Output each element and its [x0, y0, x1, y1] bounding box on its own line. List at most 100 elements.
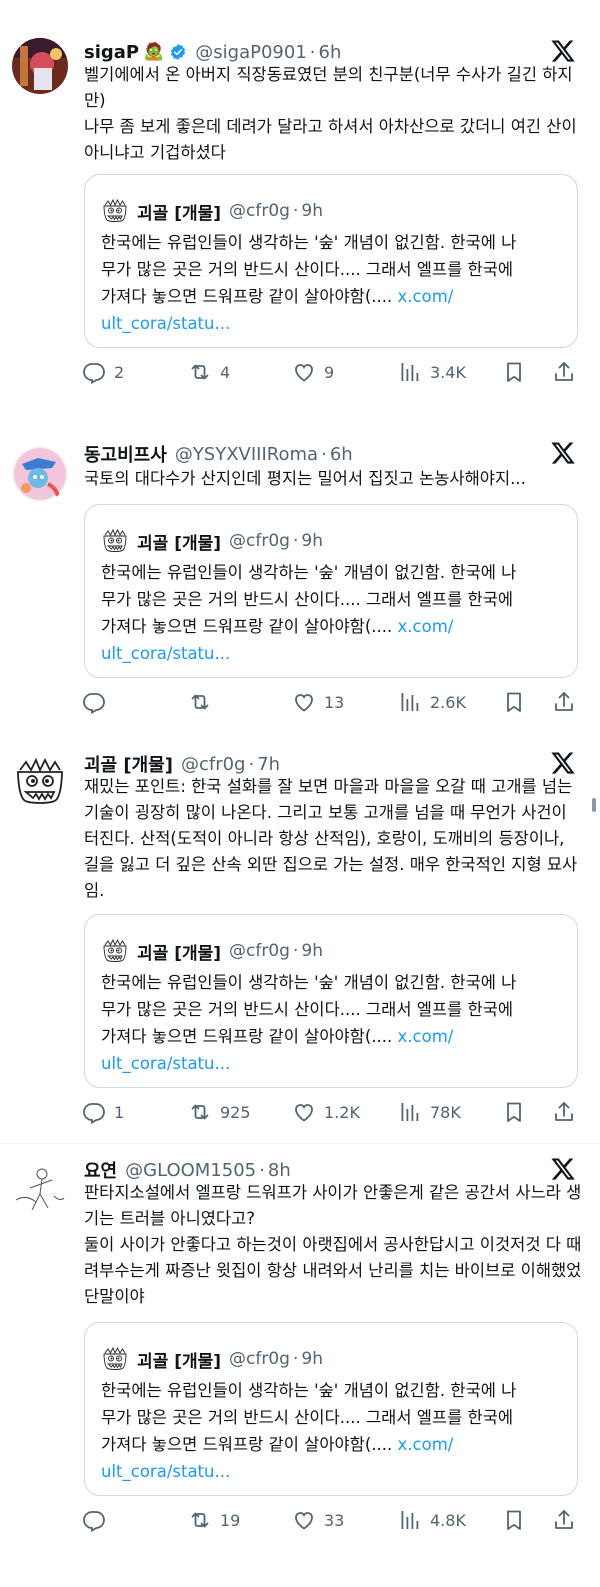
quoted-text-segment: 가져다 놓으면 드워프랑 같이 살아야함(....	[101, 1435, 398, 1454]
share-button[interactable]	[552, 1506, 576, 1534]
like-count: 33	[324, 1510, 345, 1530]
avatar[interactable]	[12, 754, 68, 810]
bookmark-button[interactable]	[502, 688, 526, 716]
timestamp[interactable]: 8h	[268, 1160, 291, 1181]
quoted-avatar[interactable]	[101, 197, 129, 225]
quoted-link[interactable]: ult_cora/statu...	[101, 1458, 561, 1485]
separator-dot: ·	[248, 753, 255, 775]
reply-icon	[82, 1100, 106, 1124]
quoted-text-segment: 가져다 놓으면 드워프랑 같이 살아야함(....	[101, 1027, 398, 1046]
bookmark-button[interactable]	[502, 1098, 526, 1126]
quoted-tweet[interactable]: 괴골 [개물] @cfr0g · 9h 한국에는 유럽인들이 생각하는 '숲' …	[84, 914, 578, 1088]
reply-button[interactable]: 2	[82, 358, 124, 386]
quoted-link[interactable]: ult_cora/statu...	[101, 640, 561, 667]
quoted-avatar[interactable]	[101, 527, 129, 555]
reply-button[interactable]: 1	[82, 1098, 124, 1126]
avatar[interactable]	[12, 446, 68, 502]
retweet-count: 4	[220, 362, 231, 382]
timestamp[interactable]: 6h	[330, 444, 353, 465]
action-bar: 19 33 4.8K	[82, 1506, 582, 1534]
share-icon	[552, 360, 576, 384]
display-name[interactable]: sigaP	[84, 42, 139, 63]
display-name[interactable]: 동고비프사	[84, 441, 167, 467]
retweet-button[interactable]: 925	[188, 1098, 251, 1126]
quoted-link[interactable]: ult_cora/statu...	[101, 1050, 561, 1077]
action-bar: 2 4 9 3.4K	[82, 358, 582, 386]
quoted-text-line: 가져다 놓으면 드워프랑 같이 살아야함(.... x.com/	[101, 613, 561, 640]
quoted-handle: @cfr0g	[229, 531, 290, 551]
separator-dot: ·	[292, 201, 299, 221]
quoted-handle: @cfr0g	[229, 201, 290, 221]
views-icon	[398, 690, 422, 714]
quoted-text-line: 무가 많은 곳은 거의 반드시 산이다.... 그래서 엘프를 한국에	[101, 1000, 514, 1019]
share-button[interactable]	[552, 688, 576, 716]
timestamp[interactable]: 6h	[319, 42, 342, 63]
reply-button[interactable]	[82, 688, 114, 716]
like-button[interactable]: 9	[292, 358, 334, 386]
views-button[interactable]: 78K	[398, 1098, 461, 1126]
quoted-text-line: 가져다 놓으면 드워프랑 같이 살아야함(.... x.com/	[101, 1023, 561, 1050]
like-button[interactable]: 1.2K	[292, 1098, 360, 1126]
retweet-count: 19	[220, 1510, 241, 1530]
tweet-text: 재밌는 포인트: 한국 설화를 잘 보면 마을과 마을을 오갈 때 고개를 넘는…	[84, 777, 578, 900]
quoted-tweet[interactable]: 괴골 [개물] @cfr0g · 9h 한국에는 유럽인들이 생각하는 '숲' …	[84, 504, 578, 678]
tweet-text: 벨기에에서 온 아버지 직장동료였던 분의 친구분(너무 수사가 길긴 하지만)…	[84, 65, 577, 162]
quoted-tweet[interactable]: 괴골 [개물] @cfr0g · 9h 한국에는 유럽인들이 생각하는 '숲' …	[84, 174, 578, 348]
separator-dot: ·	[259, 1159, 265, 1181]
quoted-text-line: 한국에는 유럽인들이 생각하는 '숲' 개념이 없긴함. 한국에 나	[101, 1381, 517, 1400]
quoted-timestamp: 9h	[301, 531, 323, 551]
views-button[interactable]: 3.4K	[398, 358, 466, 386]
views-button[interactable]: 4.8K	[398, 1506, 466, 1534]
views-icon	[398, 1508, 422, 1532]
like-icon	[292, 1508, 316, 1532]
quoted-link[interactable]: x.com/	[398, 1027, 454, 1046]
x-logo-icon	[550, 750, 576, 776]
reply-count: 1	[114, 1102, 125, 1122]
quoted-text: 한국에는 유럽인들이 생각하는 '숲' 개념이 없긴함. 한국에 나 무가 많은…	[101, 1377, 561, 1485]
timestamp[interactable]: 7h	[257, 754, 280, 775]
avatar[interactable]	[12, 38, 68, 94]
like-count: 9	[324, 362, 335, 382]
like-button[interactable]: 33	[292, 1506, 344, 1534]
quoted-handle: @cfr0g	[229, 941, 290, 961]
separator-dot: ·	[292, 531, 299, 551]
retweet-icon	[188, 1100, 212, 1124]
quoted-text-line: 한국에는 유럽인들이 생각하는 '숲' 개념이 없긴함. 한국에 나	[101, 973, 517, 992]
retweet-icon	[188, 360, 212, 384]
quoted-tweet[interactable]: 괴골 [개물] @cfr0g · 9h 한국에는 유럽인들이 생각하는 '숲' …	[84, 1322, 578, 1496]
quoted-link[interactable]: x.com/	[398, 287, 454, 306]
views-button[interactable]: 2.6K	[398, 688, 466, 716]
handle[interactable]: @GLOOM1505	[125, 1160, 256, 1181]
quoted-display-name: 괴골 [개물]	[137, 203, 222, 224]
like-button[interactable]: 13	[292, 688, 344, 716]
handle[interactable]: @sigaP0901	[195, 42, 307, 63]
quoted-link[interactable]: x.com/	[398, 617, 454, 636]
bookmark-icon	[502, 690, 526, 714]
scrollbar-thumb[interactable]	[592, 798, 596, 812]
like-count: 1.2K	[324, 1102, 360, 1122]
bookmark-icon	[502, 1508, 526, 1532]
divider	[0, 1143, 600, 1144]
quoted-display-name: 괴골 [개물]	[137, 533, 222, 554]
reply-count: 2	[114, 362, 125, 382]
retweet-button[interactable]: 19	[188, 1506, 240, 1534]
retweet-button[interactable]	[188, 688, 220, 716]
retweet-button[interactable]: 4	[188, 358, 230, 386]
quoted-text: 한국에는 유럽인들이 생각하는 '숲' 개념이 없긴함. 한국에 나 무가 많은…	[101, 969, 561, 1077]
quoted-link[interactable]: ult_cora/statu...	[101, 310, 561, 337]
reply-button[interactable]	[82, 1506, 114, 1534]
quoted-avatar[interactable]	[101, 937, 129, 965]
share-button[interactable]	[552, 358, 576, 386]
handle[interactable]: @cfr0g	[181, 754, 246, 775]
avatar[interactable]	[12, 1160, 68, 1216]
bookmark-button[interactable]	[502, 1506, 526, 1534]
quoted-avatar[interactable]	[101, 1345, 129, 1373]
quoted-link[interactable]: x.com/	[398, 1435, 454, 1454]
bookmark-icon	[502, 360, 526, 384]
bookmark-button[interactable]	[502, 358, 526, 386]
handle[interactable]: @YSYXVIIIRoma	[175, 444, 318, 465]
quoted-text-segment: 가져다 놓으면 드워프랑 같이 살아야함(....	[101, 287, 398, 306]
share-button[interactable]	[552, 1098, 576, 1126]
like-count: 13	[324, 692, 345, 712]
views-count: 2.6K	[430, 692, 466, 712]
